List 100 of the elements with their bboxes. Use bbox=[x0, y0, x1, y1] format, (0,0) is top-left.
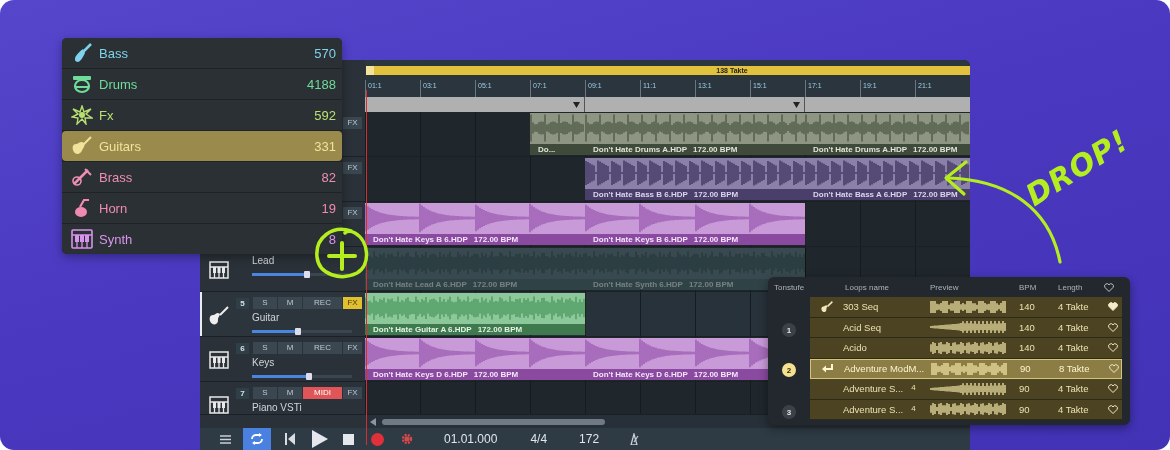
clip-tempo: 172.00 BPM bbox=[472, 280, 518, 289]
loop-button[interactable] bbox=[243, 428, 271, 450]
audio-clip[interactable]: Don't Hate Keys B 6.HDP 172.00 BPM bbox=[365, 203, 586, 245]
column-header[interactable]: Loops name bbox=[845, 282, 890, 292]
waveform-preview[interactable] bbox=[930, 320, 1006, 335]
favorite-heart-icon[interactable] bbox=[1108, 404, 1118, 414]
category-item[interactable]: Drums 4188 bbox=[62, 69, 342, 99]
clip-name: Don't Hate Guitar A 6.HDP bbox=[373, 325, 472, 334]
track-fx-button[interactable]: FX bbox=[343, 342, 362, 354]
loop-count-label: 4 bbox=[911, 403, 916, 415]
track-fx-button[interactable]: FX bbox=[343, 162, 362, 174]
track-header[interactable]: 6 S M REC FX Keys bbox=[200, 337, 365, 381]
volume-thumb[interactable] bbox=[295, 328, 301, 335]
audio-clip[interactable]: Don't Hate Bass B 6.HDP 172.00 BPM bbox=[585, 158, 806, 200]
favorite-heart-icon[interactable] bbox=[1108, 322, 1118, 332]
track-fx-button[interactable]: FX bbox=[343, 297, 362, 309]
key-group-marker[interactable]: 3 bbox=[782, 405, 796, 419]
clip-name: Don't Hate Bass B 6.HDP bbox=[593, 190, 688, 199]
track-rec-button[interactable]: REC bbox=[303, 342, 342, 354]
audio-clip[interactable]: Don't Hate Bass A 6.HDP 172.00 BPM bbox=[805, 158, 970, 200]
scrollbar-thumb[interactable] bbox=[382, 418, 605, 425]
favorite-heart-icon[interactable] bbox=[1108, 384, 1118, 394]
track-solo-button[interactable]: S bbox=[253, 297, 277, 309]
waveform-preview[interactable] bbox=[930, 402, 1006, 417]
track-mute-button[interactable]: M bbox=[278, 342, 302, 354]
track-fx-button[interactable]: FX bbox=[343, 387, 362, 399]
waveform-preview[interactable] bbox=[930, 340, 1006, 355]
category-name: Synth bbox=[99, 231, 133, 247]
volume-thumb[interactable] bbox=[304, 271, 310, 278]
record-icon[interactable] bbox=[371, 432, 384, 446]
loop-bpm: 140 bbox=[1019, 301, 1036, 313]
volume-slider[interactable] bbox=[252, 375, 352, 378]
category-item[interactable]: Fx 592 bbox=[62, 100, 342, 130]
waveform-preview[interactable] bbox=[930, 299, 1006, 314]
clip-name: Don't Hate Bass A 6.HDP bbox=[813, 190, 908, 199]
clip-name: Don't Hate Keys B 6.HDP bbox=[373, 235, 468, 244]
category-item[interactable]: Bass 570 bbox=[62, 38, 342, 68]
column-header[interactable]: Length bbox=[1058, 282, 1083, 292]
waveform-preview[interactable] bbox=[930, 381, 1006, 396]
favorite-heart-icon[interactable] bbox=[1108, 343, 1118, 353]
piano-keyboard-icon bbox=[209, 396, 229, 414]
heart-icon[interactable] bbox=[1104, 282, 1114, 292]
loop-row[interactable]: Acid Seq 140 4 Takte bbox=[810, 317, 1122, 338]
column-header[interactable]: BPM bbox=[1019, 282, 1037, 292]
metronome-icon[interactable] bbox=[629, 433, 640, 445]
dropdown-arrow-icon[interactable] bbox=[573, 101, 580, 108]
play-icon[interactable] bbox=[312, 430, 328, 448]
dropdown-arrow-icon[interactable] bbox=[793, 101, 800, 108]
category-item[interactable]: Horn 19 bbox=[62, 193, 342, 223]
volume-thumb[interactable] bbox=[306, 373, 312, 380]
track-midi-button[interactable]: MIDI bbox=[303, 387, 342, 399]
playhead-line[interactable] bbox=[366, 90, 367, 445]
audio-clip[interactable]: Don't Hate Keys D 6.HDP 172.00 BPM bbox=[365, 338, 586, 380]
category-count: 592 bbox=[314, 107, 336, 123]
column-header[interactable]: Preview bbox=[930, 282, 959, 292]
clip-tempo: 172.00 BPM bbox=[473, 235, 519, 244]
clip-name: Don't Hate Drums A.HDP bbox=[593, 145, 688, 154]
settings-icon[interactable] bbox=[400, 432, 414, 446]
volume-slider[interactable] bbox=[252, 273, 352, 276]
category-item[interactable]: Synth 8 bbox=[62, 224, 342, 254]
loop-row[interactable]: 303 Seq 140 4 Takte bbox=[810, 297, 1122, 318]
menu-icon[interactable] bbox=[220, 434, 231, 444]
track-rec-button[interactable]: REC bbox=[303, 297, 342, 309]
time-signature: 4/4 bbox=[530, 432, 548, 446]
category-count: 331 bbox=[314, 138, 336, 154]
track-solo-button[interactable]: S bbox=[253, 342, 277, 354]
track-header[interactable]: 7 S M MIDI FX Piano VSTi bbox=[200, 382, 365, 414]
loop-name: Acido bbox=[843, 342, 868, 354]
track-fx-button[interactable]: FX bbox=[343, 117, 362, 129]
category-item[interactable]: Brass 82 bbox=[62, 162, 342, 192]
guitar-icon bbox=[209, 306, 229, 326]
stop-icon[interactable] bbox=[343, 433, 354, 445]
loop-row[interactable]: Acido 140 4 Takte bbox=[810, 338, 1122, 359]
track-name: Piano VSTi bbox=[252, 402, 303, 413]
skip-back-icon[interactable] bbox=[285, 433, 295, 445]
track-mute-button[interactable]: M bbox=[278, 387, 302, 399]
key-group-marker[interactable]: 2 bbox=[782, 363, 796, 377]
track-mute-button[interactable]: M bbox=[278, 297, 302, 309]
track-header[interactable]: 5 S M REC FX Guitar bbox=[200, 292, 365, 336]
loop-name: Acid Seq bbox=[843, 321, 883, 333]
audio-clip[interactable]: Don't Hate Drums A.HDP 172.00 BPM bbox=[805, 113, 970, 155]
loop-length: 4 Takte bbox=[1058, 321, 1090, 333]
track-fx-button[interactable]: FX bbox=[343, 207, 362, 219]
key-group-marker[interactable]: 1 bbox=[782, 323, 796, 337]
track-solo-button[interactable]: S bbox=[253, 387, 277, 399]
column-header[interactable]: Tonstufe bbox=[774, 282, 805, 292]
loop-bpm: 90 bbox=[1019, 383, 1031, 395]
favorite-heart-icon[interactable] bbox=[1108, 302, 1118, 312]
audio-clip[interactable]: Don't Hate Drums A.HDP 172.00 BPM bbox=[585, 113, 806, 155]
loop-name: Adventure ModM... bbox=[844, 363, 926, 375]
loop-row[interactable]: Adventure S... 4 90 4 Takte bbox=[810, 379, 1122, 400]
volume-slider[interactable] bbox=[252, 330, 352, 333]
audio-clip[interactable]: Do... bbox=[530, 113, 586, 155]
loop-icon bbox=[250, 433, 264, 445]
scroll-left-icon[interactable] bbox=[370, 417, 376, 426]
audio-clip[interactable]: Don't Hate Keys B 6.HDP 172.00 BPM bbox=[585, 203, 806, 245]
loop-length: 4 Takte bbox=[1058, 383, 1090, 395]
loop-bpm: 140 bbox=[1019, 342, 1036, 354]
audio-clip[interactable]: Don't Hate Guitar A 6.HDP 172.00 BPM bbox=[365, 293, 586, 335]
loop-row[interactable]: Adventure S... 4 90 4 Takte bbox=[810, 399, 1122, 420]
